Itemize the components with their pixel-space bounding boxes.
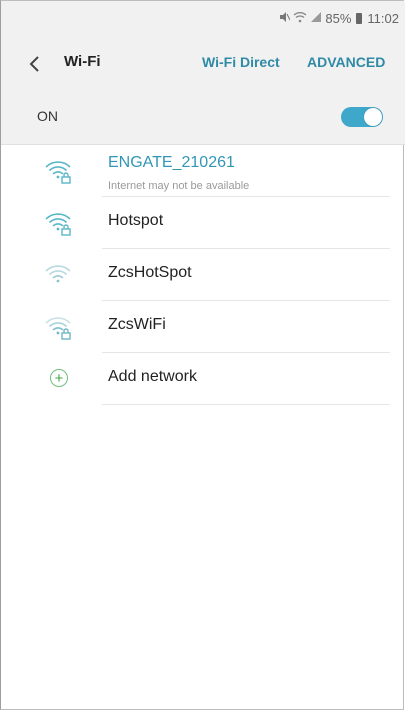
battery-percentage: 85% [325,11,352,26]
app-header: Wi-Fi Wi-Fi Direct ADVANCED [1,39,405,89]
wifi-toggle-row[interactable]: ON [1,89,405,145]
wifi-status-icon [293,11,307,26]
network-item-hotspot[interactable]: Hotspot [1,197,405,249]
page-title: Wi-Fi [64,53,101,70]
network-name: ENGATE_210261 [108,154,235,171]
add-network-label: Add network [108,368,197,385]
wifi-toggle-label: ON [37,108,58,124]
divider [102,404,390,405]
battery-icon [356,13,363,24]
mute-icon [278,11,291,26]
add-network-item[interactable]: + Add network [1,353,405,405]
wifi-lock-icon [43,313,73,341]
chevron-left-icon [29,56,39,72]
network-status: Internet may not be available [108,180,250,192]
network-list: ENGATE_210261 Internet may not be availa… [1,145,405,405]
signal-icon [310,11,322,26]
clock: 11:02 [367,11,399,26]
plus-icon: + [50,369,68,387]
network-item-zcshotspot[interactable]: ZcsHotSpot [1,249,405,301]
network-item-engate[interactable]: ENGATE_210261 Internet may not be availa… [1,145,405,197]
network-name: ZcsHotSpot [108,264,192,281]
wifi-icon [43,261,73,289]
status-bar: 85% 11:02 [1,1,405,39]
wifi-direct-button[interactable]: Wi-Fi Direct [202,54,280,70]
wifi-toggle-switch[interactable] [341,107,383,127]
status-icons: 85% 11:02 [278,11,399,26]
network-item-zcswifi[interactable]: ZcsWiFi [1,301,405,353]
wifi-lock-icon [43,157,73,185]
phone-screen: 85% 11:02 Wi-Fi Wi-Fi Direct ADVANCED ON [0,0,405,710]
toggle-knob [364,108,382,126]
advanced-button[interactable]: ADVANCED [307,54,385,70]
network-name: Hotspot [108,212,164,229]
bottom-edge [0,710,406,722]
back-button[interactable] [21,51,47,77]
wifi-lock-icon [43,209,73,237]
network-name: ZcsWiFi [108,316,166,333]
